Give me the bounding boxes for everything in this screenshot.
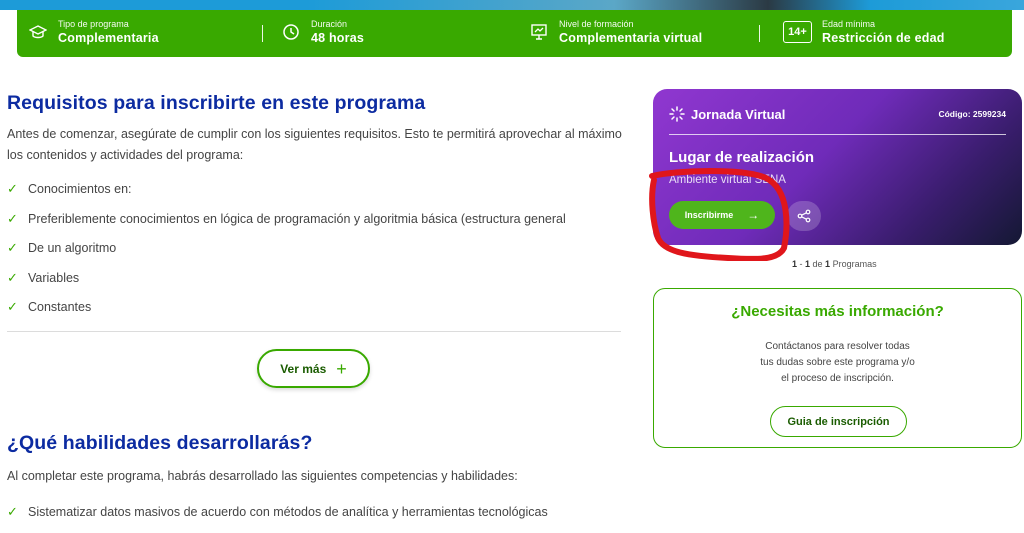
desc-line: el proceso de inscripción. xyxy=(781,373,894,384)
check-icon: ✓ xyxy=(7,299,18,314)
list-item-text: Variables xyxy=(28,271,80,285)
inscribirme-label: Inscribirme xyxy=(684,210,734,220)
list-item-text: Sistematizar datos masivos de acuerdo co… xyxy=(28,505,548,519)
pager-of: de xyxy=(810,259,826,269)
program-card: Jornada Virtual Código: 2599234 Lugar de… xyxy=(653,89,1022,245)
card-divider xyxy=(669,134,1006,135)
banner-strip xyxy=(0,0,1024,10)
desc-line: Contáctanos para resolver todas xyxy=(765,341,910,352)
info-value: Complementaria virtual xyxy=(559,31,703,45)
guia-inscripcion-button[interactable]: Guia de inscripción xyxy=(770,406,907,437)
more-info-card: ¿Necesitas más información? Contáctanos … xyxy=(653,288,1022,448)
info-duracion: Duración 48 horas xyxy=(279,18,364,46)
list-item-text: Preferiblemente conocimientos en lógica … xyxy=(28,212,566,226)
info-label: Duración xyxy=(311,19,348,29)
list-item-text: Conocimientos en: xyxy=(28,182,132,196)
section-divider xyxy=(7,331,621,332)
list-item: ✓ Preferiblemente conocimientos en lógic… xyxy=(7,211,566,227)
habilidades-heading: ¿Qué habilidades desarrollarás? xyxy=(7,432,313,454)
info-label: Tipo de programa xyxy=(58,19,129,29)
info-tipo: Tipo de programa Complementaria xyxy=(26,18,159,46)
habilidades-intro: Al completar este programa, habrás desar… xyxy=(7,469,518,483)
list-item-text: Constantes xyxy=(28,300,92,314)
list-item: ✓ Conocimientos en: xyxy=(7,181,132,197)
clock-icon xyxy=(279,20,303,44)
jornada: Jornada Virtual xyxy=(669,106,785,122)
more-info-title: ¿Necesitas más información? xyxy=(731,303,944,320)
ver-mas-button[interactable]: Ver más + xyxy=(257,349,370,388)
jornada-label: Jornada Virtual xyxy=(691,106,786,122)
plus-icon: + xyxy=(336,358,347,379)
age-badge-icon: 14+ xyxy=(783,21,812,43)
lugar-value: Ambiente virtual SENA xyxy=(669,174,786,186)
requisitos-heading: Requisitos para inscribirte en este prog… xyxy=(7,92,426,114)
share-button[interactable] xyxy=(787,201,821,231)
check-icon: ✓ xyxy=(7,504,18,519)
info-value: Restricción de edad xyxy=(822,31,945,45)
list-item: ✓ Sistematizar datos masivos de acuerdo … xyxy=(7,504,548,520)
check-icon: ✓ xyxy=(7,181,18,196)
pagination-info: 1 - 1 de 1 Programas xyxy=(792,259,877,269)
presentation-icon xyxy=(527,20,551,44)
info-edad: 14+ Edad mínima Restricción de edad xyxy=(783,18,945,46)
check-icon: ✓ xyxy=(7,240,18,255)
info-nivel: Nivel de formación Complementaria virtua… xyxy=(527,18,702,46)
check-icon: ✓ xyxy=(7,270,18,285)
info-value: Complementaria xyxy=(58,31,159,45)
list-item-text: De un algoritmo xyxy=(28,241,117,255)
program-info-bar: Tipo de programa Complementaria Duración… xyxy=(17,10,1012,57)
info-value: 48 horas xyxy=(311,31,365,45)
virtual-spinner-icon xyxy=(669,106,685,122)
ver-mas-label: Ver más xyxy=(280,361,327,376)
inscribirme-button[interactable]: Inscribirme → xyxy=(669,201,775,229)
requisitos-intro: Antes de comenzar, asegúrate de cumplir … xyxy=(7,127,622,162)
program-code: Código: 2599234 xyxy=(938,109,1006,119)
divider xyxy=(759,25,760,42)
pager-label: Programas xyxy=(830,259,877,269)
divider xyxy=(262,25,263,42)
info-label: Edad mínima xyxy=(822,19,876,29)
graduation-cap-icon xyxy=(26,20,50,44)
more-info-description: Contáctanos para resolver todas tus duda… xyxy=(654,339,1021,387)
list-item: ✓ Constantes xyxy=(7,299,91,315)
pager-dash: - xyxy=(797,259,806,269)
info-label: Nivel de formación xyxy=(559,19,634,29)
check-icon: ✓ xyxy=(7,211,18,226)
list-item: ✓ Variables xyxy=(7,270,79,286)
lugar-label: Lugar de realización xyxy=(669,149,815,166)
share-icon xyxy=(797,209,811,223)
desc-line: tus dudas sobre este programa y/o xyxy=(760,357,915,368)
list-item: ✓ De un algoritmo xyxy=(7,240,116,256)
arrow-right-icon: → xyxy=(747,208,760,222)
